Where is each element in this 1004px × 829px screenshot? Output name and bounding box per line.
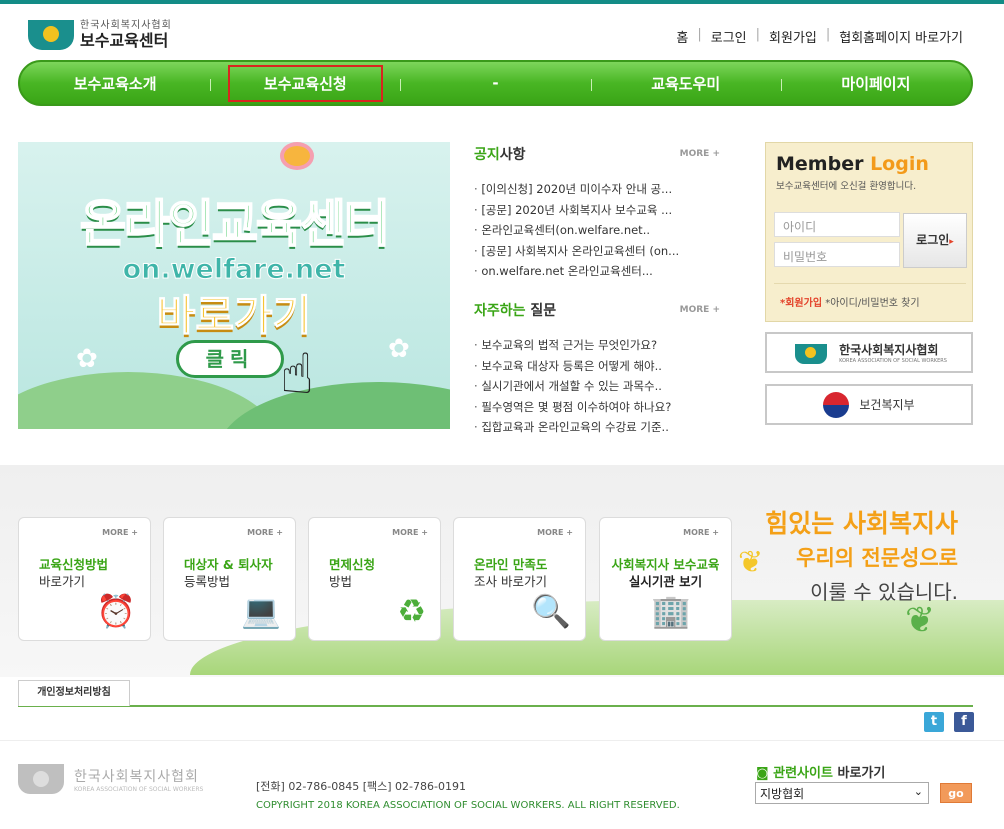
notice-item[interactable]: [공문] 사회복지사 온라인교육센터 (on... — [474, 241, 720, 262]
footer-logo: 한국사회복지사협회 KOREA ASSOCIATION OF SOCIAL WO… — [18, 764, 203, 794]
faq-board: 자주하는 질문 MORE + 보수교육의 법적 근거는 무엇인가요? 보수교육 … — [474, 300, 720, 438]
butterfly-icon: ❦ — [738, 545, 764, 580]
laptop-icon: 💻 — [241, 592, 281, 630]
go-button[interactable]: go — [940, 783, 972, 803]
twitter-icon[interactable]: t — [924, 712, 944, 732]
quick-satisfaction-survey[interactable]: MORE + 온라인 만족도 조사 바로가기 🔍 — [453, 517, 586, 641]
faq-title: 자주하는 질문 — [474, 303, 557, 319]
home-link[interactable]: 홈 — [667, 27, 697, 46]
quick-apply-method[interactable]: MORE + 교육신청방법 바로가기 ⏰ — [18, 517, 151, 641]
nav-education-helper[interactable]: 교육도우미 — [590, 62, 781, 104]
login-heading: Member Login — [776, 153, 929, 175]
login-link[interactable]: 로그인 — [702, 27, 756, 46]
member-login-box: Member Login 보수교육센터에 오신걸 환영합니다. 아이디 비밀번호… — [765, 142, 973, 322]
notice-item[interactable]: 온라인교육센터(on.welfare.net.. — [474, 220, 720, 241]
kasw-logo-icon — [28, 18, 74, 52]
banner-url: on.welfare.net — [122, 254, 346, 286]
login-button[interactable]: 로그인▸ — [903, 213, 967, 268]
related-site-select[interactable]: 지방협회 ⌄ — [755, 782, 929, 804]
recycle-icon: ♻ — [397, 592, 426, 630]
footer-contact: [전화] 02-786-0845 [팩스] 02-786-0191 COPYRI… — [256, 780, 680, 811]
kasw-logo-icon — [18, 764, 64, 794]
quick-institution-view[interactable]: MORE + 사회복지사 보수교육 실시기관 보기 🏢 — [599, 517, 732, 641]
flower-icon: ✿ — [76, 344, 98, 374]
privacy-policy-link[interactable]: 개인정보처리방침 — [18, 680, 130, 706]
logo-center-name: 보수교육센터 — [80, 31, 169, 50]
quick-exemption-apply[interactable]: MORE + 면제신청 방법 ♻ — [308, 517, 441, 641]
facebook-icon[interactable]: f — [954, 712, 974, 732]
main-nav: 보수교육소개 보수교육신청 - 교육도우미 마이페이지 — [18, 60, 973, 106]
nav-education-apply[interactable]: 보수교육신청 — [210, 62, 400, 104]
banner-title: 온라인교육센터 — [79, 194, 391, 254]
related-sites-label: ◙ 관련사이트 바로가기 — [756, 766, 886, 781]
chevron-down-icon: ⌄ — [913, 785, 923, 798]
slogan: 힘있는 사회복지사 우리의 전문성으로 이룰 수 있습니다. — [765, 509, 958, 604]
faq-item[interactable]: 집합교육과 온라인교육의 수강료 기준.. — [474, 417, 720, 438]
footer: 한국사회복지사협회 KOREA ASSOCIATION OF SOCIAL WO… — [0, 740, 1004, 829]
pointer-hand-icon: ☝ — [280, 342, 315, 407]
kasw-logo-icon — [791, 340, 831, 366]
footer-nav: 개인정보처리방침 — [18, 680, 973, 707]
find-id-password-link[interactable]: *아이디/비밀번호 찾기 — [825, 298, 919, 309]
association-homepage-link[interactable]: 협회홈페이지 바로가기 — [830, 27, 972, 46]
banner-click-button[interactable]: 클릭 — [176, 340, 284, 378]
clock-icon: ⏰ — [96, 592, 136, 630]
mohw-site-button[interactable]: 보건복지부 — [765, 384, 973, 425]
password-input[interactable]: 비밀번호 — [774, 242, 900, 267]
signup-link[interactable]: 회원가입 — [760, 27, 826, 46]
quick-target-registration[interactable]: MORE + 대상자 & 퇴사자 등록방법 💻 — [163, 517, 296, 641]
id-input[interactable]: 아이디 — [774, 212, 900, 237]
kasw-site-button[interactable]: 한국사회복지사협회 KOREA ASSOCIATION OF SOCIAL WO… — [765, 332, 973, 373]
notice-title: 공지사항 — [474, 147, 526, 163]
notice-board: 공지사항 MORE + [이의신청] 2020년 미이수자 안내 공... [공… — [474, 144, 720, 282]
notice-item[interactable]: [이의신청] 2020년 미이수자 안내 공... — [474, 179, 720, 200]
taegeuk-icon — [823, 391, 850, 418]
nav-education-intro[interactable]: 보수교육소개 — [20, 62, 210, 104]
utility-nav: 홈 | 로그인 | 회원가입 | 협회홈페이지 바로가기 — [667, 27, 972, 46]
sprout-icon: ❦ — [905, 600, 936, 641]
banner-shortcut: 바로가기 — [156, 291, 312, 341]
nav-mypage[interactable]: 마이페이지 — [780, 62, 971, 104]
notice-item[interactable]: on.welfare.net 온라인교육센터... — [474, 261, 720, 282]
faq-item[interactable]: 실시기관에서 개설할 수 있는 과목수.. — [474, 376, 720, 397]
faq-item[interactable]: 보수교육의 법적 근거는 무엇인가요? — [474, 335, 720, 356]
flower-icon — [280, 142, 314, 170]
notice-item[interactable]: [공문] 2020년 사회복지사 보수교육 ... — [474, 200, 720, 221]
nav-placeholder[interactable]: - — [400, 62, 590, 104]
site-logo[interactable]: 한국사회복지사협회 보수교육센터 — [28, 18, 172, 52]
faq-item[interactable]: 보수교육 대상자 등록은 어떻게 해야.. — [474, 356, 720, 377]
login-welcome-text: 보수교육센터에 오신걸 환영합니다. — [776, 181, 917, 192]
faq-more-link[interactable]: MORE + — [680, 305, 720, 315]
signup-link-box[interactable]: *회원가입 — [780, 298, 822, 309]
notice-more-link[interactable]: MORE + — [680, 149, 720, 159]
online-center-banner[interactable]: ✿ ✿ 온라인교육센터 on.welfare.net 바로가기 클릭 ☝ — [18, 142, 450, 429]
logo-org-name: 한국사회복지사협회 — [80, 20, 172, 31]
building-icon: 🏢 — [651, 592, 691, 630]
survey-icon: 🔍 — [531, 592, 571, 630]
top-accent-line — [0, 0, 1004, 4]
faq-item[interactable]: 필수영역은 몇 평점 이수하여야 하나요? — [474, 397, 720, 418]
